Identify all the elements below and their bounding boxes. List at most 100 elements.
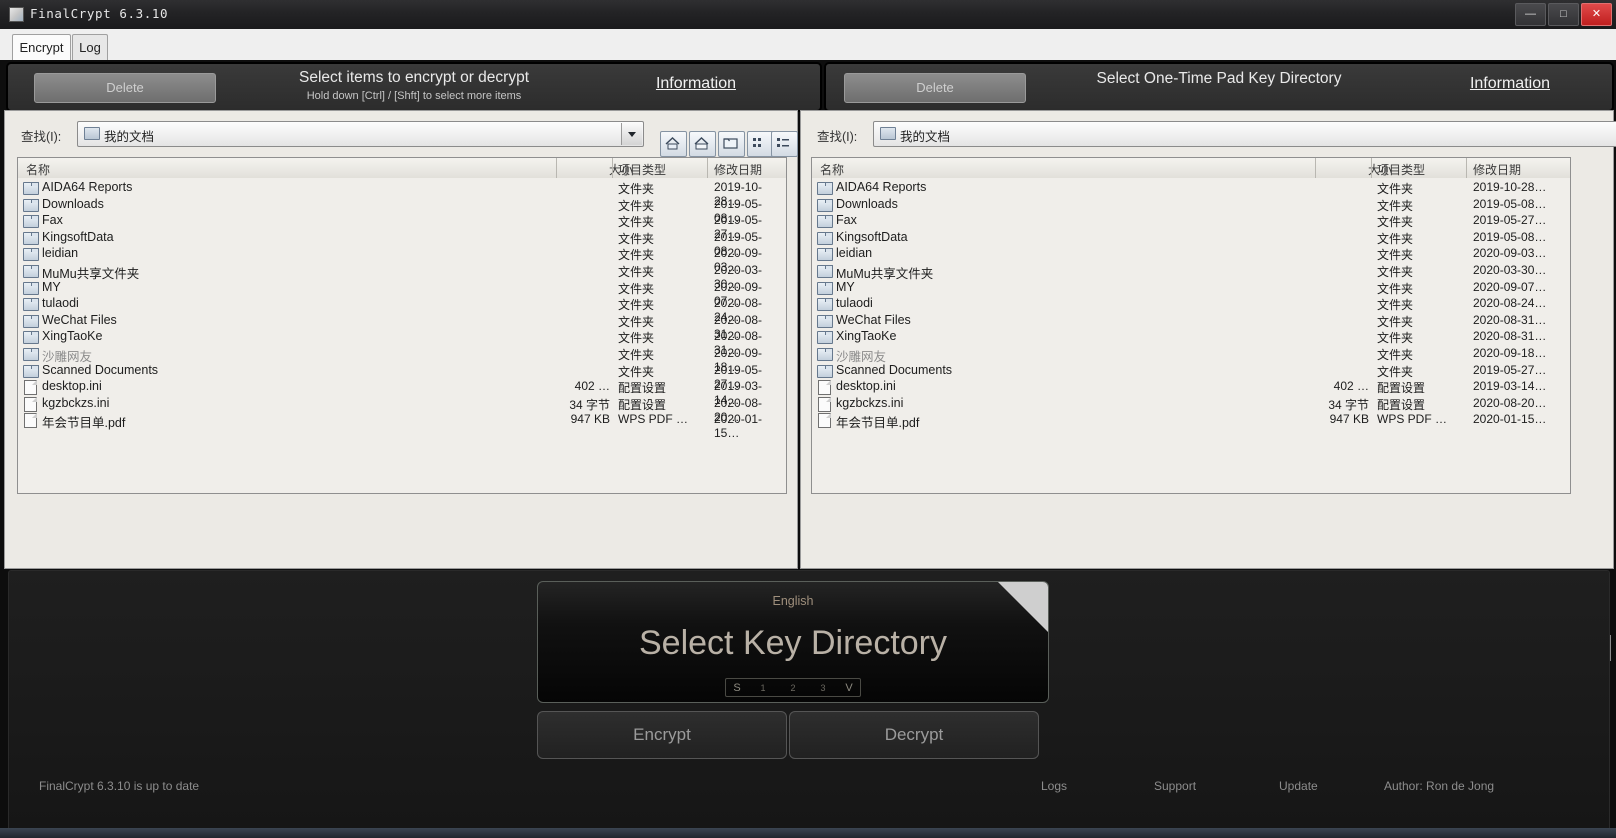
table-row[interactable]: WeChat Files 文件夹 2020-08-31… [18, 313, 786, 341]
table-row[interactable]: KingsoftData 文件夹 2019-05-08… [18, 230, 786, 258]
segment-2[interactable]: 2 [778, 683, 808, 693]
table-row[interactable]: Downloads 文件夹 2019-05-08… [812, 197, 1570, 214]
table-row[interactable]: KingsoftData 文件夹 2019-05-08… [812, 230, 1570, 247]
file-type: WPS PDF … [1377, 412, 1448, 427]
column-name[interactable]: 名称 [26, 161, 50, 178]
left-file-chooser: 查找(I): 我的文档 名称 大小 项目类型 修改日期 AIDA64 Repor… [4, 110, 798, 661]
file-name: WeChat Files [836, 312, 911, 327]
file-type: 文件夹 [618, 231, 655, 246]
support-link[interactable]: Support [1154, 779, 1196, 793]
column-type[interactable]: 项目类型 [1377, 161, 1425, 178]
table-row[interactable]: desktop.ini 402 … 配置设置 2019-03-14… [812, 379, 1570, 396]
information-link-left[interactable]: Information [656, 75, 736, 93]
file-type: 文件夹 [1377, 364, 1414, 379]
segment-v[interactable]: V [838, 682, 860, 694]
table-row[interactable]: leidian 文件夹 2020-09-03… [18, 246, 786, 274]
table-row[interactable]: kgzbckzs.ini 34 字节 配置设置 2020-08-20… [18, 395, 786, 424]
column-type[interactable]: 项目类型 [618, 161, 666, 178]
column-name[interactable]: 名称 [820, 161, 844, 178]
left-lookin-row: 查找(I): 我的文档 [5, 121, 798, 157]
table-row[interactable]: Scanned Documents 文件夹 2019-05-27… [18, 363, 786, 391]
file-type: 文件夹 [1377, 215, 1414, 230]
segment-3[interactable]: 3 [808, 683, 838, 693]
left-file-list[interactable]: 名称 大小 项目类型 修改日期 AIDA64 Reports 文件夹 2019-10… [17, 157, 787, 494]
column-divider[interactable] [1466, 158, 1467, 178]
right-header-panel: Delete Select One-Time Pad Key Directory… [824, 62, 1614, 112]
decrypt-button[interactable]: Decrypt [789, 711, 1039, 759]
table-row[interactable]: XingTaoKe 文件夹 2020-08-31… [18, 329, 786, 357]
table-row[interactable]: desktop.ini 402 … 配置设置 2019-03-14… [18, 379, 786, 407]
title-bar: FinalCrypt 6.3.10 — □ ✕ [0, 0, 1616, 30]
table-row[interactable]: tulaodi 文件夹 2020-08-24… [812, 296, 1570, 313]
encrypt-button[interactable]: Encrypt [537, 711, 787, 759]
maximize-button[interactable]: □ [1548, 3, 1579, 26]
folder-icon [817, 231, 833, 245]
minimize-button[interactable]: — [1515, 3, 1546, 26]
column-divider[interactable] [612, 158, 613, 178]
file-type: 文件夹 [1377, 331, 1414, 346]
file-type: 文件夹 [1377, 348, 1414, 362]
table-row[interactable]: Downloads 文件夹 2019-05-08… [18, 197, 786, 225]
table-row[interactable]: 沙雕网友 文件夹 2020-09-18… [812, 346, 1570, 364]
update-link[interactable]: Update [1279, 779, 1318, 793]
table-row[interactable]: leidian 文件夹 2020-09-03… [812, 246, 1570, 263]
left-lookin-combo[interactable]: 我的文档 [77, 121, 644, 147]
table-row[interactable]: AIDA64 Reports 文件夹 2019-10-28… [812, 180, 1570, 197]
column-date[interactable]: 修改日期 [1473, 161, 1521, 178]
home-icon[interactable] [660, 131, 687, 157]
file-date: 2020-01-15… [1473, 412, 1547, 427]
table-row[interactable]: 沙雕网友 文件夹 2020-09-18… [18, 346, 786, 374]
column-divider[interactable] [707, 158, 708, 178]
table-row[interactable]: WeChat Files 文件夹 2020-08-31… [812, 313, 1570, 330]
tab-encrypt[interactable]: Encrypt [12, 34, 71, 61]
key-strength-segments[interactable]: S 1 2 3 V [725, 678, 861, 697]
file-type: 配置设置 [618, 397, 667, 412]
table-row[interactable]: kgzbckzs.ini 34 字节 配置设置 2020-08-20… [812, 396, 1570, 413]
table-row[interactable]: Scanned Documents 文件夹 2019-05-27… [812, 363, 1570, 380]
file-name: leidian [42, 246, 79, 261]
file-type: 配置设置 [1377, 397, 1426, 412]
right-lookin-combo[interactable]: 我的文档 [873, 121, 1616, 147]
logs-link[interactable]: Logs [1041, 779, 1067, 793]
file-size: 34 字节 [1328, 397, 1369, 412]
folder-icon [817, 281, 833, 295]
key-panel-title: Select Key Directory [639, 624, 947, 662]
file-date: 2020-03-30… [1473, 263, 1547, 277]
table-row[interactable]: Fax 文件夹 2019-05-27… [812, 213, 1570, 230]
table-row[interactable]: MuMu共享文件夹 文件夹 2020-03-30… [812, 263, 1570, 281]
file-icon [24, 413, 37, 429]
table-row[interactable]: AIDA64 Reports 文件夹 2019-10-28… [18, 180, 786, 208]
close-button[interactable]: ✕ [1581, 3, 1612, 26]
table-row[interactable]: Fax 文件夹 2019-05-27… [18, 213, 786, 241]
table-row[interactable]: MY 文件夹 2020-09-07… [18, 280, 786, 308]
column-divider[interactable] [1371, 158, 1372, 178]
tab-log[interactable]: Log [72, 34, 108, 61]
file-name: desktop.ini [836, 379, 896, 394]
table-row[interactable]: 年会节目单.pdf 947 KB WPS PDF … 2020-01-15… [18, 412, 786, 440]
folder-icon [23, 348, 39, 361]
chevron-down-icon[interactable] [621, 123, 642, 145]
column-divider[interactable] [556, 158, 557, 178]
key-status-panel[interactable]: English Select Key Directory S 1 2 3 V [537, 581, 1049, 703]
right-file-list[interactable]: 名称 大小 项目类型 修改日期 AIDA64 Reports 文件夹 2019-10… [811, 157, 1571, 494]
details-view-icon[interactable] [771, 131, 798, 157]
left-file-list-header: 名称 大小 项目类型 修改日期 [18, 158, 786, 179]
table-row[interactable]: MY 文件夹 2020-09-07… [812, 280, 1570, 297]
new-folder-icon[interactable] [718, 131, 745, 157]
segment-1[interactable]: 1 [748, 683, 778, 693]
list-view-icon[interactable] [747, 131, 774, 157]
table-row[interactable]: tulaodi 文件夹 2020-08-24… [18, 296, 786, 324]
up-folder-icon[interactable] [689, 131, 716, 157]
file-name: desktop.ini [42, 379, 102, 394]
information-link-right[interactable]: Information [1470, 75, 1550, 93]
right-lookin-value: 我的文档 [900, 130, 951, 144]
file-name: kgzbckzs.ini [42, 395, 110, 410]
finalcrypt-window: FinalCrypt 6.3.10 — □ ✕ Encrypt Log Dele… [0, 0, 1616, 838]
column-date[interactable]: 修改日期 [714, 161, 762, 178]
column-divider[interactable] [1315, 158, 1316, 178]
table-row[interactable]: 年会节目单.pdf 947 KB WPS PDF … 2020-01-15… [812, 412, 1570, 430]
segment-s[interactable]: S [726, 682, 748, 694]
table-row[interactable]: MuMu共享文件夹 文件夹 2020-03-30… [18, 263, 786, 291]
table-row[interactable]: XingTaoKe 文件夹 2020-08-31… [812, 329, 1570, 346]
author-label: Author: Ron de Jong [1384, 779, 1495, 793]
